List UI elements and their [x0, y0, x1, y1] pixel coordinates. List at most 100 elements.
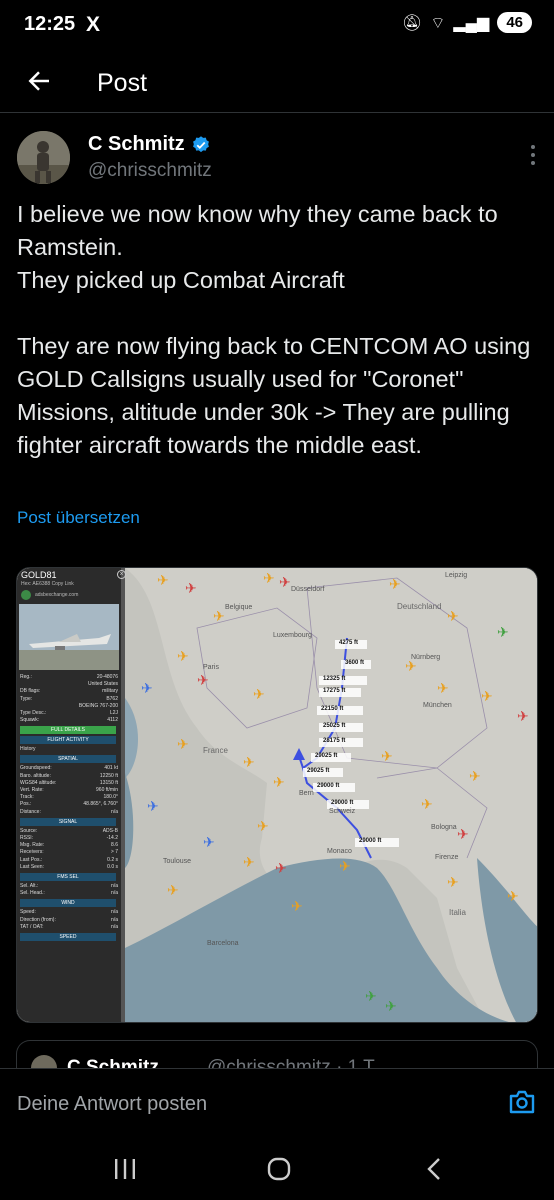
aircraft-icon[interactable]: ✈ [275, 860, 287, 877]
signal-icon: ▂▄▆ [453, 14, 490, 32]
speed-header: SPEED [20, 933, 116, 941]
aircraft-icon[interactable]: ✈ [481, 688, 493, 705]
panel-row-value: 4112 [107, 717, 118, 724]
panel-row: BOEING 767-200 [20, 703, 118, 709]
panel-row-value: ADS-B [102, 827, 118, 834]
aircraft-icon[interactable]: ✈ [141, 680, 153, 697]
panel-row-label: Last Pos.: [20, 856, 43, 863]
back-icon[interactable] [420, 1156, 450, 1182]
panel-row: Squawk: 4112 [20, 717, 118, 723]
aircraft-icon[interactable]: ✈ [243, 754, 255, 771]
panel-row-label: Groundspeed: [20, 765, 52, 772]
aircraft-icon[interactable]: ✈ [197, 672, 209, 689]
aircraft-icon[interactable]: ✈ [167, 882, 179, 899]
aircraft-icon[interactable]: ✈ [177, 648, 189, 665]
aircraft-icon[interactable]: ✈ [185, 580, 197, 597]
panel-row-label: Sel. Head.: [20, 890, 45, 897]
post-image[interactable]: Leipzig Deutschland Düsseldorf Nürnberg … [16, 567, 538, 1023]
panel-row: Source: ADS-B [20, 828, 118, 834]
panel-row: TAT / OAT: n/a [20, 924, 118, 930]
panel-row-value: n/a [111, 909, 118, 916]
aircraft-info-panel: GOLD81 Hex: AE6388 Copy Link adsbexchang… [17, 568, 121, 1022]
history-label: History [20, 746, 36, 753]
aircraft-icon[interactable]: ✈ [263, 570, 275, 587]
spatial-header: SPATIAL [20, 755, 116, 764]
aircraft-icon[interactable]: ✈ [157, 572, 169, 589]
panel-row: RSSI: -14.2 [20, 835, 118, 841]
aircraft-icon[interactable]: ✈ [147, 798, 159, 815]
aircraft-icon[interactable]: ✈ [447, 608, 459, 625]
panel-row-label: Sel. Alt.: [20, 883, 39, 889]
panel-row-label: Msg. Rate: [20, 842, 45, 849]
panel-row-value: n/a [111, 883, 118, 889]
aircraft-icon[interactable]: ✈ [421, 796, 433, 813]
aircraft-icon[interactable]: ✈ [389, 576, 401, 593]
translate-link[interactable]: Post übersetzen [17, 508, 140, 528]
aircraft-icon[interactable]: ✈ [279, 574, 291, 591]
aircraft-icon[interactable]: ✈ [203, 834, 215, 851]
status-bar: 12:25 X 🔕︎ ⌔ ▂▄▆ 46 [0, 0, 554, 52]
panel-row-value: > 7 [110, 849, 118, 856]
panel-row-label: Last Seen: [20, 863, 44, 870]
aircraft-icon[interactable]: ✈ [213, 608, 225, 625]
panel-row-label: RSSI: [20, 835, 34, 841]
author-handle[interactable]: @chrisschmitz [88, 160, 212, 182]
aircraft-icon[interactable]: ✈ [507, 888, 519, 905]
panel-row-label: Track: [20, 794, 34, 801]
history-row[interactable]: History [20, 746, 118, 752]
aircraft-icon[interactable]: ✈ [177, 736, 189, 753]
aircraft-icon[interactable]: ✈ [257, 818, 269, 835]
aircraft-icon[interactable]: ✈ [291, 898, 303, 915]
reply-composer[interactable]: Deine Antwort posten [0, 1068, 554, 1132]
panel-row-label: TAT / OAT: [20, 923, 44, 930]
aircraft-icon[interactable]: ✈ [447, 874, 459, 891]
author-name-row[interactable]: C Schmitz [88, 133, 211, 156]
back-arrow-icon[interactable] [24, 66, 54, 96]
panel-row-value: 12250 ft [99, 772, 118, 779]
reply-input[interactable]: Deine Antwort posten [17, 1093, 207, 1116]
aircraft-icon[interactable]: ✈ [273, 774, 285, 791]
camera-icon[interactable] [508, 1089, 536, 1115]
panel-row-label: Pos.: [20, 801, 32, 808]
signal-header: SIGNAL [20, 817, 116, 826]
aircraft-icon[interactable]: ✈ [457, 826, 469, 843]
home-icon[interactable] [264, 1156, 294, 1182]
aircraft-icon[interactable]: ✈ [339, 858, 351, 875]
close-panel-icon[interactable]: × [117, 570, 126, 579]
aircraft-icon[interactable]: ✈ [365, 988, 377, 1005]
aircraft-icon[interactable]: ✈ [405, 658, 417, 675]
avatar-image [17, 131, 70, 184]
panel-row: Distance: n/a [20, 809, 118, 815]
aircraft-icon[interactable]: ✈ [385, 998, 397, 1015]
panel-row-value: 20-48076 [96, 674, 118, 680]
panel-row-value: military [102, 688, 118, 695]
panel-row: Last Seen: 0.0 s [20, 864, 118, 870]
flight-activity-button[interactable]: FLIGHT ACTIVITY [20, 736, 116, 745]
aircraft-icon[interactable]: ✈ [517, 708, 529, 725]
panel-row: Sel. Alt.: n/a [20, 883, 118, 889]
aircraft-icon[interactable]: ✈ [469, 768, 481, 785]
aircraft-icon[interactable]: ✈ [437, 680, 449, 697]
aircraft-icon[interactable]: ✈ [253, 686, 265, 703]
avatar[interactable] [17, 131, 70, 184]
panel-row-label: Speed: [20, 909, 36, 916]
author-name[interactable]: C Schmitz [88, 133, 185, 156]
more-options-icon[interactable] [530, 144, 536, 166]
status-time: 12:25 [24, 13, 76, 35]
wind-header: WIND [20, 899, 116, 908]
panel-scrollbar[interactable] [121, 568, 125, 1022]
panel-row-label: Type: [20, 695, 33, 702]
panel-row-value: n/a [111, 808, 118, 815]
recent-apps-icon[interactable] [110, 1156, 140, 1182]
aircraft-icon[interactable]: ✈ [497, 624, 509, 641]
post-text: I believe we now know why they came back… [17, 201, 531, 458]
aircraft-icon[interactable]: ✈ [381, 748, 393, 765]
panel-row-value: B762 [106, 695, 118, 702]
aircraft-icon[interactable]: ✈ [243, 854, 255, 871]
fms-header: FMS SEL [20, 873, 116, 881]
post-header: Post [0, 56, 554, 112]
panel-row-value: n/a [111, 923, 118, 930]
full-details-button[interactable]: FULL DETAILS [20, 726, 116, 735]
aircraft-photo [19, 604, 119, 670]
panel-row-value: -14.2 [106, 835, 118, 841]
